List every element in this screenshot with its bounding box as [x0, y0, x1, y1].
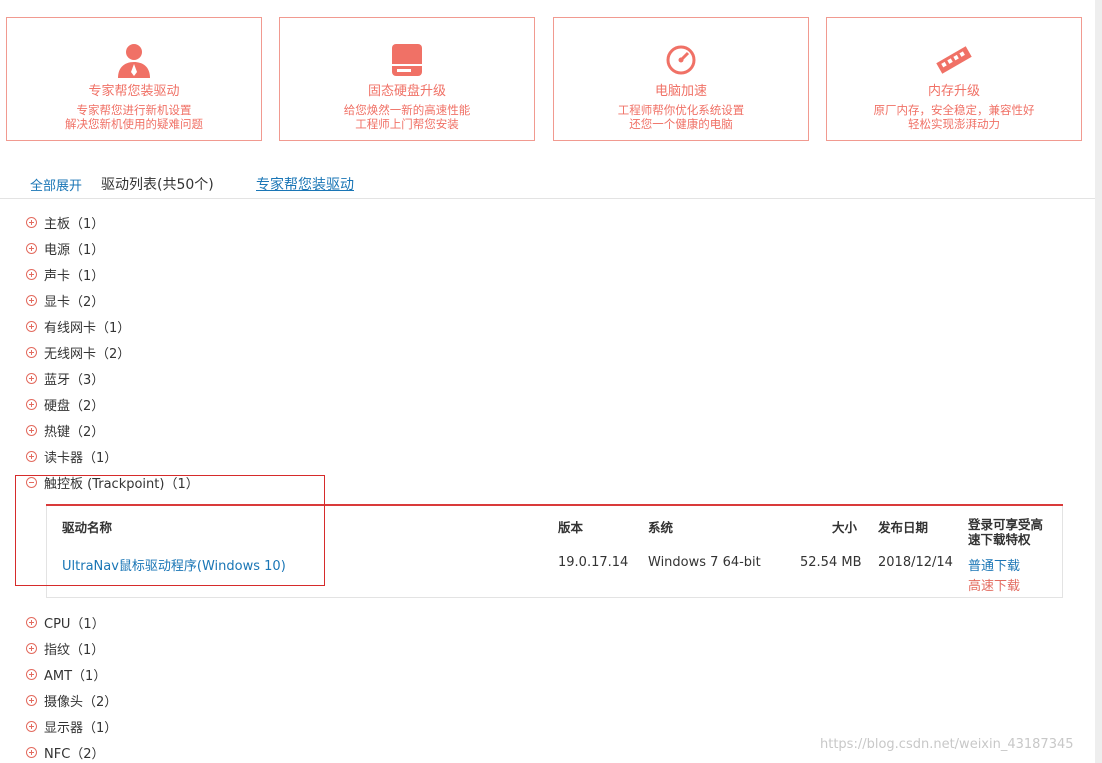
card-memory-upgrade[interactable]: 内存升级 原厂内存，安全稳定，兼容性好 轻松实现澎湃动力: [826, 17, 1082, 141]
category-row[interactable]: 无线网卡（2）: [26, 342, 130, 362]
card-pc-speedup[interactable]: 电脑加速 工程师帮你优化系统设置 还您一个健康的电脑: [553, 17, 809, 141]
category-label: 有线网卡（1）: [44, 320, 131, 336]
card-desc-2: 轻松实现澎湃动力: [908, 117, 1000, 131]
normal-download-link[interactable]: 普通下载: [968, 555, 1020, 574]
category-row[interactable]: 有线网卡（1）: [26, 316, 130, 336]
expand-icon[interactable]: [26, 242, 37, 254]
fast-download-link[interactable]: 高速下载: [968, 575, 1020, 594]
card-desc-2: 还您一个健康的电脑: [629, 117, 733, 131]
expand-icon[interactable]: [26, 294, 37, 306]
card-expert-driver[interactable]: 专家帮您装驱动 专家帮您进行新机设置 解决您新机使用的疑难问题: [6, 17, 262, 141]
card-title: 固态硬盘升级: [367, 84, 446, 99]
category-row[interactable]: 主板（1）: [26, 212, 104, 232]
category-row[interactable]: 指纹（1）: [26, 638, 104, 658]
expand-icon[interactable]: [26, 450, 37, 462]
expand-icon[interactable]: [26, 320, 37, 332]
category-row[interactable]: 读卡器（1）: [26, 446, 117, 466]
category-label: 声卡（1）: [44, 268, 105, 284]
category-row-expanded[interactable]: 触控板 (Trackpoint)（1）: [26, 472, 199, 492]
col-header-size: 大小: [832, 520, 858, 535]
expand-icon[interactable]: [26, 216, 37, 228]
category-label: 无线网卡（2）: [44, 346, 131, 362]
card-ssd-upgrade[interactable]: 固态硬盘升级 给您焕然一新的高速性能 工程师上门帮您安装: [279, 17, 535, 141]
expand-icon[interactable]: [26, 424, 37, 436]
driver-version: 19.0.17.14: [558, 555, 629, 570]
category-label: 蓝牙（3）: [44, 372, 105, 388]
category-label: 指纹（1）: [44, 642, 105, 658]
scrollbar-track[interactable]: [1095, 0, 1102, 763]
category-row[interactable]: 电源（1）: [26, 238, 104, 258]
category-row[interactable]: 摄像头（2）: [26, 690, 117, 710]
expand-icon[interactable]: [26, 642, 37, 654]
category-label: 读卡器（1）: [44, 450, 118, 466]
expand-icon[interactable]: [26, 346, 37, 358]
person-icon: [118, 44, 150, 78]
expand-icon[interactable]: [26, 746, 37, 758]
category-row[interactable]: 热键（2）: [26, 420, 104, 440]
expand-icon[interactable]: [26, 268, 37, 280]
expand-icon[interactable]: [26, 398, 37, 410]
category-row[interactable]: 硬盘（2）: [26, 394, 104, 414]
category-label: 电源（1）: [44, 242, 105, 258]
driver-table-top-border: [46, 504, 1063, 506]
col-header-date: 发布日期: [878, 520, 929, 535]
collapse-icon[interactable]: [26, 476, 37, 488]
card-desc-2: 工程师上门帮您安装: [355, 117, 459, 131]
card-desc-2: 解决您新机使用的疑难问题: [65, 117, 203, 131]
col-header-version: 版本: [558, 520, 584, 535]
category-label: 热键（2）: [44, 424, 105, 440]
speedometer-icon: [666, 45, 696, 75]
category-label: AMT（1）: [44, 668, 107, 684]
expand-icon[interactable]: [26, 616, 37, 628]
watermark: https://blog.csdn.net/weixin_43187345: [820, 737, 1074, 752]
category-label: CPU（1）: [44, 616, 105, 632]
expand-icon[interactable]: [26, 720, 37, 732]
driver-date: 2018/12/14: [878, 555, 953, 570]
category-row[interactable]: NFC（2）: [26, 742, 105, 762]
category-label: 显卡（2）: [44, 294, 105, 310]
col-header-name: 驱动名称: [62, 520, 113, 535]
category-row[interactable]: 蓝牙（3）: [26, 368, 104, 388]
category-label: 摄像头（2）: [44, 694, 118, 710]
category-row[interactable]: 声卡（1）: [26, 264, 104, 284]
category-row[interactable]: 显卡（2）: [26, 290, 104, 310]
driver-name-link[interactable]: UltraNav鼠标驱动程序(Windows 10): [62, 555, 286, 574]
driver-size: 52.54 MB: [800, 555, 862, 570]
category-row[interactable]: 显示器（1）: [26, 716, 117, 736]
col-header-system: 系统: [648, 520, 674, 535]
category-label: 触控板 (Trackpoint)（1）: [44, 476, 199, 492]
hard-drive-icon: [392, 44, 422, 76]
expand-icon[interactable]: [26, 372, 37, 384]
card-title: 专家帮您装驱动: [88, 84, 180, 99]
memory-stick-icon: [936, 46, 972, 74]
card-title: 电脑加速: [654, 84, 707, 99]
driver-count-label: 驱动列表(共50个): [101, 177, 214, 193]
expand-all-link[interactable]: 全部展开: [30, 175, 82, 194]
category-label: 硬盘（2）: [44, 398, 105, 414]
category-label: NFC（2）: [44, 746, 105, 762]
category-row[interactable]: CPU（1）: [26, 612, 105, 632]
divider: [0, 198, 1095, 199]
expert-install-link[interactable]: 专家帮您装驱动: [256, 174, 354, 194]
expand-icon[interactable]: [26, 668, 37, 680]
category-label: 主板（1）: [44, 216, 105, 232]
col-header-download: 登录可享受高速下载特权: [968, 517, 1044, 547]
category-row[interactable]: AMT（1）: [26, 664, 106, 684]
driver-system: Windows 7 64-bit: [648, 555, 761, 570]
card-title: 内存升级: [927, 84, 980, 99]
category-label: 显示器（1）: [44, 720, 118, 736]
expand-icon[interactable]: [26, 694, 37, 706]
